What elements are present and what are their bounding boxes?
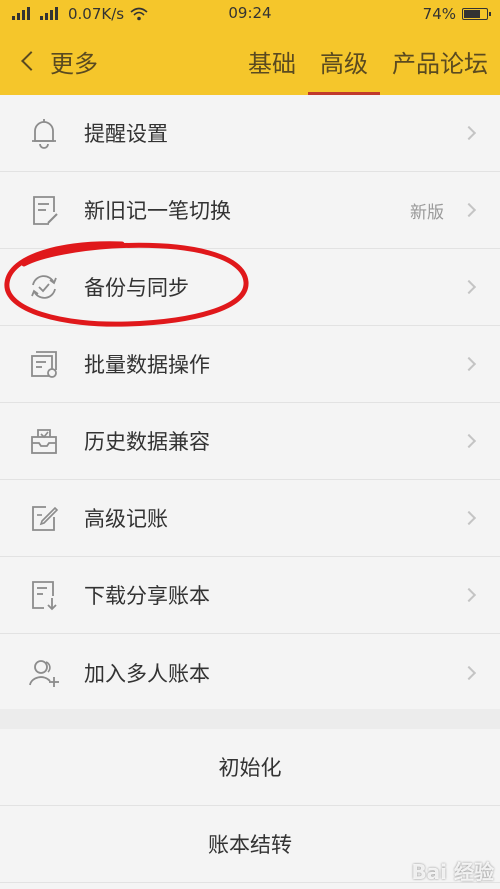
tab-advanced[interactable]: 高级 xyxy=(308,27,380,95)
chevron-right-icon xyxy=(461,510,477,526)
back-label: 更多 xyxy=(50,49,98,78)
menu-item-label: 备份与同步 xyxy=(84,276,189,300)
add-user-icon xyxy=(26,655,62,691)
watermark-logo: Bai 经验 xyxy=(411,860,494,884)
battery-percent: 74% xyxy=(422,4,456,23)
menu-item-backup-sync[interactable]: 备份与同步 xyxy=(0,249,500,326)
tab-forum[interactable]: 产品论坛 xyxy=(380,27,500,95)
settings-list: 提醒设置 新旧记一笔切换 新版 备份与同步 批量数据操作 历史数据兼容 高级记账… xyxy=(0,95,500,711)
status-bar: 0.07K/s 09:24 74% xyxy=(0,0,500,27)
menu-item-label: 加入多人账本 xyxy=(84,661,210,686)
menu-item-label: 高级记账 xyxy=(84,507,168,531)
battery-icon xyxy=(462,7,491,20)
chevron-right-icon xyxy=(461,125,477,141)
tab-basic[interactable]: 基础 xyxy=(236,27,308,95)
chevron-right-icon xyxy=(461,587,477,603)
signal-icon xyxy=(12,7,30,20)
battery-fill xyxy=(464,9,481,18)
bell-icon xyxy=(26,115,62,151)
download-book-icon xyxy=(26,577,62,613)
menu-item-label: 提醒设置 xyxy=(84,122,168,146)
chevron-left-icon xyxy=(21,51,41,71)
menu-item-reminder[interactable]: 提醒设置 xyxy=(0,95,500,172)
chevron-right-icon xyxy=(461,279,477,295)
chevron-right-icon xyxy=(461,356,477,372)
menu-item-join-shared[interactable]: 加入多人账本 xyxy=(0,634,500,711)
wifi-icon xyxy=(130,7,148,20)
tab-bar: 基础 高级 产品论坛 xyxy=(236,27,500,95)
menu-item-switch-record[interactable]: 新旧记一笔切换 新版 xyxy=(0,172,500,249)
network-speed: 0.07K/s xyxy=(68,4,125,23)
section-divider xyxy=(0,709,500,729)
menu-item-batch-data[interactable]: 批量数据操作 xyxy=(0,326,500,403)
pencil-square-icon xyxy=(26,500,62,536)
back-button[interactable]: 更多 xyxy=(0,27,98,95)
status-left: 0.07K/s xyxy=(12,5,212,23)
signal-icon xyxy=(40,7,58,20)
chevron-right-icon xyxy=(461,665,477,680)
status-right: 74% xyxy=(422,4,491,23)
menu-item-label: 下载分享账本 xyxy=(84,584,210,608)
menu-item-advanced-bookkeeping[interactable]: 高级记账 xyxy=(0,480,500,557)
menu-item-history-compat[interactable]: 历史数据兼容 xyxy=(0,403,500,480)
edit-document-icon xyxy=(26,192,62,228)
inbox-icon xyxy=(26,423,62,459)
chevron-right-icon xyxy=(461,433,477,449)
batch-settings-icon xyxy=(26,346,62,382)
header-bar: 更多 基础 高级 产品论坛 xyxy=(0,27,500,95)
menu-item-download-share[interactable]: 下载分享账本 xyxy=(0,557,500,634)
menu-item-label: 批量数据操作 xyxy=(84,353,210,377)
chevron-right-icon xyxy=(461,202,477,218)
initialize-button[interactable]: 初始化 xyxy=(0,729,500,806)
menu-item-label: 新旧记一笔切换 xyxy=(84,199,231,223)
menu-item-label: 历史数据兼容 xyxy=(84,430,210,454)
new-version-badge: 新版 xyxy=(410,202,444,223)
sync-icon xyxy=(26,269,62,305)
